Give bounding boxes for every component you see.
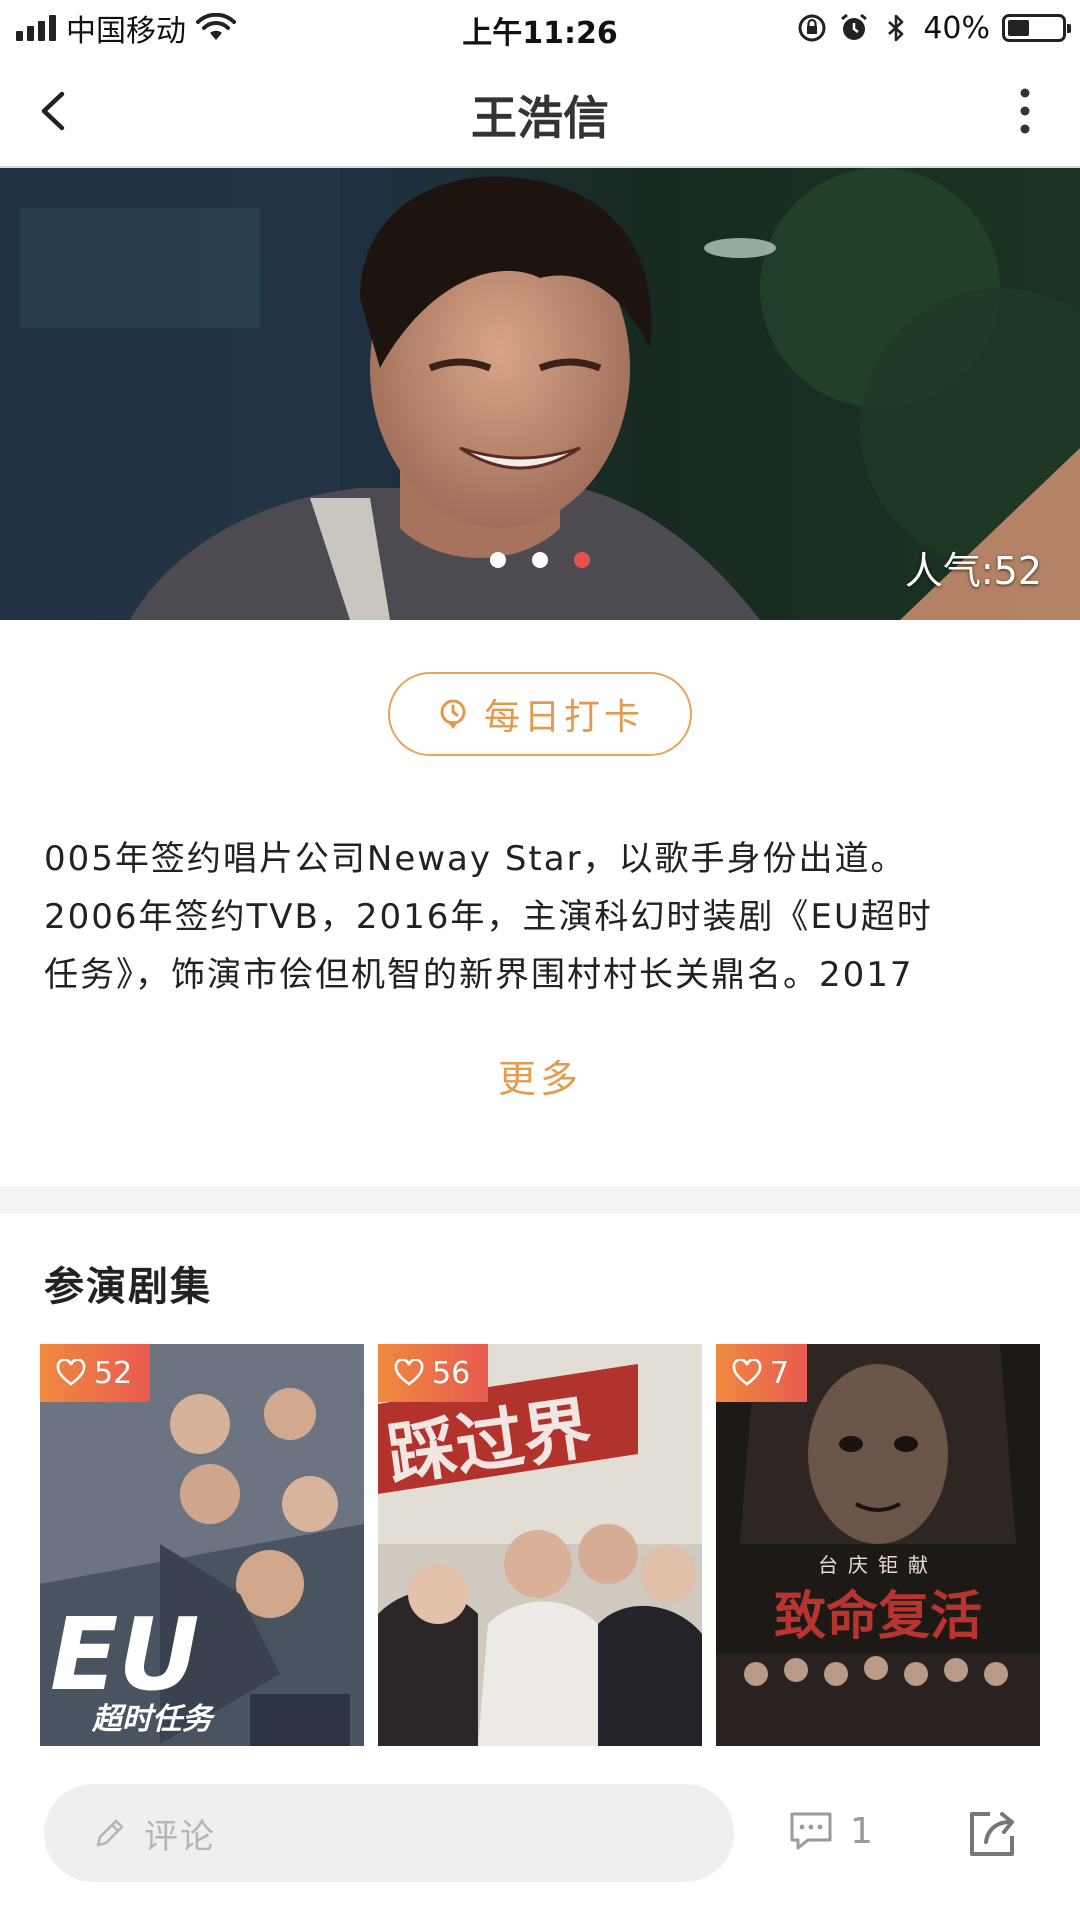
section-divider — [0, 1186, 1080, 1214]
share-icon[interactable] — [966, 1806, 1020, 1860]
section-title: 参演剧集 — [44, 1264, 212, 1310]
bio-text: 005年签约唱片公司Neway Star，以歌手身份出道。 2006年签约TVB… — [44, 830, 1040, 1004]
carousel-indicator — [0, 552, 1080, 568]
poster-subtitle: 超时任务 — [91, 1702, 216, 1737]
status-bar: 中国移动 上午11:26 40% — [0, 0, 1080, 56]
show-card[interactable]: 台庆钜献 致命复活 7 — [716, 1344, 1040, 1746]
back-icon[interactable] — [30, 86, 80, 136]
show-card[interactable]: 踩过界 56 — [378, 1344, 702, 1746]
likes-badge: 7 — [716, 1344, 808, 1402]
location-pin-icon — [440, 699, 466, 729]
bluetooth-icon — [888, 14, 904, 42]
rotation-lock-icon — [798, 14, 826, 42]
likes-count: 52 — [94, 1355, 133, 1391]
heart-icon — [56, 1359, 86, 1386]
poster-title: 致命复活 — [774, 1587, 982, 1647]
poster-subtitle: 台庆钜献 — [818, 1553, 938, 1577]
more-options-icon[interactable] — [998, 84, 1052, 138]
comment-icon — [790, 1812, 832, 1850]
show-card[interactable]: EU 超时任务 52 — [40, 1344, 364, 1746]
bio-line: 005年签约唱片公司Neway Star，以歌手身份出道。 — [44, 839, 907, 879]
show-poster: EU 超时任务 — [40, 1344, 364, 1746]
checkin-label: 每日打卡 — [483, 697, 644, 738]
show-poster: 台庆钜献 致命复活 — [716, 1344, 1040, 1746]
comment-placeholder: 评论 — [144, 1816, 216, 1857]
poster-title: EU — [50, 1596, 200, 1713]
comment-input[interactable]: 评论 — [44, 1784, 734, 1882]
heart-icon — [732, 1359, 762, 1386]
likes-badge: 56 — [378, 1344, 489, 1402]
alarm-icon — [841, 13, 868, 40]
bio-line: 任务》，饰演市侩但机智的新界围村村长关鼎名。2017 — [44, 955, 914, 995]
battery-icon — [1002, 14, 1071, 42]
carousel-dot[interactable] — [490, 552, 506, 568]
status-right: 40% — [797, 8, 1071, 48]
heart-icon — [394, 1359, 424, 1386]
likes-count: 7 — [770, 1355, 790, 1391]
battery-percent: 40% — [923, 10, 990, 46]
likes-count: 56 — [432, 1355, 471, 1391]
comment-count-button[interactable]: 1 — [788, 1810, 873, 1852]
carousel-dot[interactable] — [532, 552, 548, 568]
page-title: 王浩信 — [471, 91, 609, 145]
daily-checkin-button[interactable]: 每日打卡 — [388, 672, 692, 756]
show-poster: 踩过界 — [378, 1344, 702, 1746]
nav-bar: 王浩信 — [0, 56, 1080, 168]
pencil-icon — [96, 1819, 124, 1847]
comment-count: 1 — [850, 1810, 873, 1852]
bio-line: 2006年签约TVB，2016年，主演科幻时装剧《EU超时 — [44, 897, 933, 937]
battery-fill — [1008, 20, 1029, 36]
carousel-dot-active[interactable] — [574, 552, 590, 568]
more-link[interactable]: 更多 — [0, 1048, 1080, 1103]
likes-badge: 52 — [40, 1344, 151, 1402]
